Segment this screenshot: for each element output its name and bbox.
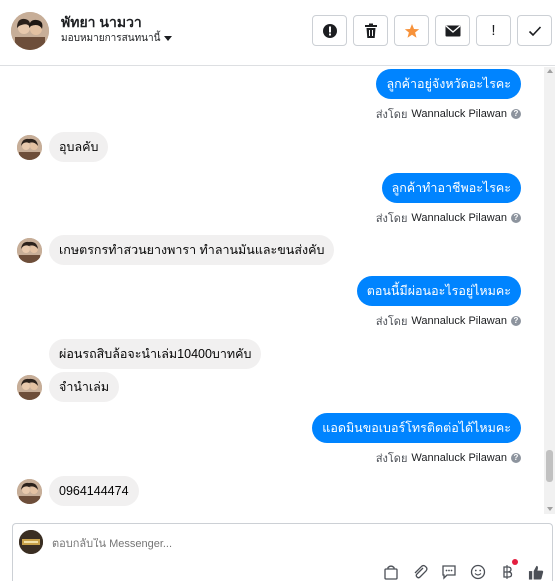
check-icon <box>528 25 541 36</box>
outgoing-message: แอดมินขอเบอร์โทรติดต่อได้ไหมคะ <box>312 413 521 443</box>
mark-spam-button[interactable] <box>312 15 347 46</box>
outgoing-message: ลูกค้าทำอาชีพอะไรคะ <box>381 173 521 203</box>
scroll-down-arrow-icon[interactable] <box>547 507 553 511</box>
incoming-message: จำนำเล่ม <box>49 372 120 402</box>
sender-avatar[interactable] <box>17 375 42 400</box>
mark-unread-button[interactable] <box>435 15 470 46</box>
sender-avatar[interactable] <box>17 135 42 160</box>
follow-up-button[interactable]: ! <box>476 15 511 46</box>
page-avatar <box>19 530 43 554</box>
star-icon <box>404 23 419 38</box>
chat-bubble-icon <box>442 565 456 580</box>
baht-icon <box>503 565 513 579</box>
incoming-message: 0964144474 <box>49 476 139 506</box>
star-button[interactable] <box>394 15 429 46</box>
help-icon[interactable]: ? <box>511 453 521 463</box>
sender-avatar[interactable] <box>17 238 42 263</box>
thread-scrollbar[interactable] <box>544 67 555 514</box>
header-actions: ! <box>312 15 552 46</box>
shop-button[interactable] <box>383 563 399 581</box>
envelope-icon <box>445 24 460 36</box>
message-thread[interactable]: ลูกค้าอยู่จังหวัดอะไรคะ ส่งโดย Wannaluck … <box>0 67 555 514</box>
reply-input[interactable] <box>52 538 352 550</box>
exclamation-icon: ! <box>491 22 496 39</box>
caret-down-icon <box>164 36 173 41</box>
payment-button[interactable] <box>499 559 518 581</box>
smiley-icon <box>470 564 486 580</box>
emoji-button[interactable] <box>470 563 486 581</box>
composer-toolbar <box>383 559 544 581</box>
scroll-up-arrow-icon[interactable] <box>547 69 553 73</box>
like-button[interactable] <box>528 563 544 581</box>
delete-button[interactable] <box>353 15 388 46</box>
trash-icon <box>364 23 377 38</box>
incoming-message: เกษตรกรทำสวนยางพารา ทำลานมันและขนส่งคับ <box>49 235 335 265</box>
scroll-thumb[interactable] <box>546 450 553 482</box>
attach-button[interactable] <box>412 563 428 581</box>
mark-done-button[interactable] <box>517 15 552 46</box>
outgoing-message: ลูกค้าอยู่จังหวัดอะไรคะ <box>376 69 521 99</box>
paperclip-icon <box>414 564 428 579</box>
help-icon[interactable]: ? <box>511 109 521 119</box>
outgoing-message: ตอนนี้มีผ่อนอะไรอยู่ไหมคะ <box>356 276 521 306</box>
alert-circle-icon <box>322 23 337 38</box>
help-icon[interactable]: ? <box>511 213 521 223</box>
sent-by-label: ส่งโดย Wannaluck Pilawan? <box>376 209 521 227</box>
sent-by-label: ส่งโดย Wannaluck Pilawan? <box>376 312 521 330</box>
notification-dot <box>512 559 518 565</box>
incoming-message: อุบลคับ <box>49 132 109 162</box>
shopping-bag-icon <box>384 565 398 580</box>
sent-by-label: ส่งโดย Wannaluck Pilawan? <box>376 449 521 467</box>
sender-avatar[interactable] <box>17 479 42 504</box>
conversation-header: พัทยา นามวา มอบหมายการสนทนานี้ ! <box>0 0 555 66</box>
incoming-message: ผ่อนรถสิบล้อจะนำเล่ม10400บาทคับ <box>49 339 262 369</box>
saved-replies-button[interactable] <box>441 563 457 581</box>
assign-conversation-dropdown[interactable]: มอบหมายการสนทนานี้ <box>61 31 173 46</box>
assign-label: มอบหมายการสนทนานี้ <box>61 33 161 44</box>
thumbs-up-icon <box>528 565 544 580</box>
sent-by-label: ส่งโดย Wannaluck Pilawan? <box>376 105 521 123</box>
reply-composer <box>12 523 553 581</box>
contact-avatar[interactable] <box>11 12 49 50</box>
help-icon[interactable]: ? <box>511 316 521 326</box>
